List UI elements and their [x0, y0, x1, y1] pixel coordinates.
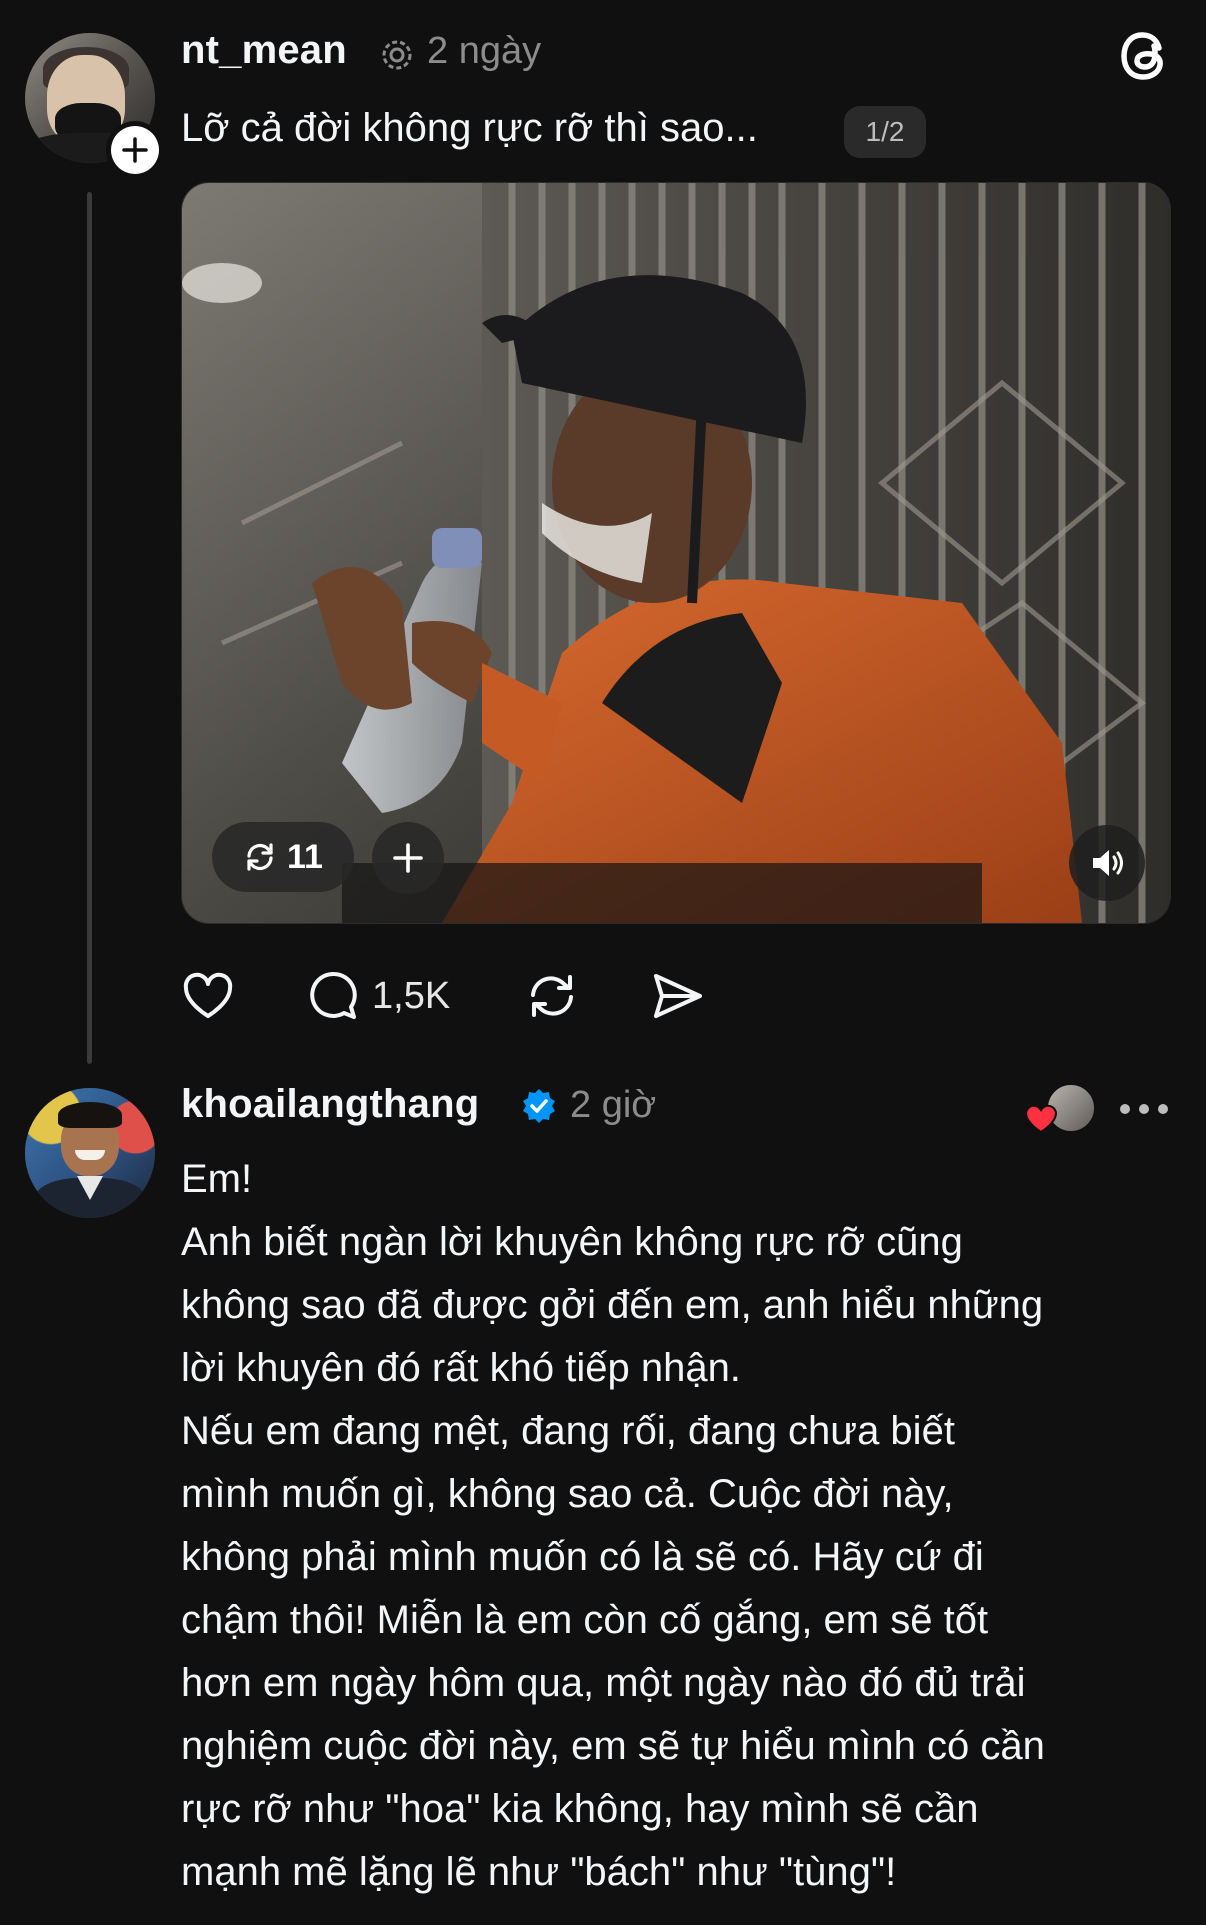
- reply-paragraph: Nếu em đang mệt, đang rối, đang chưa biế…: [181, 1409, 1045, 1894]
- reply-timestamp: 2 giờ: [570, 1084, 657, 1126]
- video-frame: [182, 183, 1170, 923]
- like-button[interactable]: [180, 968, 236, 1024]
- heart-icon: [183, 972, 233, 1018]
- reply-author-username[interactable]: khoailangthang: [181, 1082, 479, 1127]
- share-button[interactable]: [650, 968, 706, 1024]
- repost-icon: [531, 975, 573, 1017]
- verified-badge-icon: [523, 1089, 555, 1123]
- post-video[interactable]: [181, 182, 1171, 924]
- author-username[interactable]: nt_mean: [181, 28, 347, 73]
- plus-icon: [122, 137, 148, 163]
- reply-button[interactable]: 1,5K: [306, 968, 450, 1024]
- reply-text: Em! Anh biết ngàn lời khuyên không rực r…: [181, 1148, 1181, 1904]
- thread-connector-line: [87, 192, 92, 1064]
- post-timestamp: 2 ngày: [427, 30, 542, 72]
- reel-ring-icon: [382, 40, 412, 70]
- media-repost-pill[interactable]: 11: [212, 822, 354, 892]
- follow-button[interactable]: [106, 121, 164, 179]
- more-dots-icon[interactable]: [1119, 1102, 1169, 1116]
- liked-heart-icon: [1024, 1104, 1058, 1134]
- reply-author-avatar[interactable]: [25, 1088, 155, 1218]
- threads-logo-icon[interactable]: [1117, 26, 1175, 86]
- plus-icon: [393, 843, 423, 873]
- media-pager: 1/2: [844, 106, 926, 158]
- repost-button[interactable]: [524, 968, 580, 1024]
- send-icon: [654, 974, 702, 1018]
- post-caption: Lỡ cả đời không rực rỡ thì sao...: [181, 106, 758, 150]
- reply-paragraph: Em!: [181, 1157, 253, 1201]
- speaker-icon: [1093, 850, 1123, 876]
- media-repost-count: 11: [287, 837, 323, 876]
- reply-count: 1,5K: [372, 974, 451, 1017]
- comment-bubble-icon: [310, 971, 357, 1019]
- sound-toggle-button[interactable]: [1069, 825, 1145, 901]
- media-add-button[interactable]: [372, 822, 444, 894]
- repost-icon: [247, 843, 273, 871]
- reply-paragraph: Anh biết ngàn lời khuyên không rực rỡ cũ…: [181, 1220, 1044, 1390]
